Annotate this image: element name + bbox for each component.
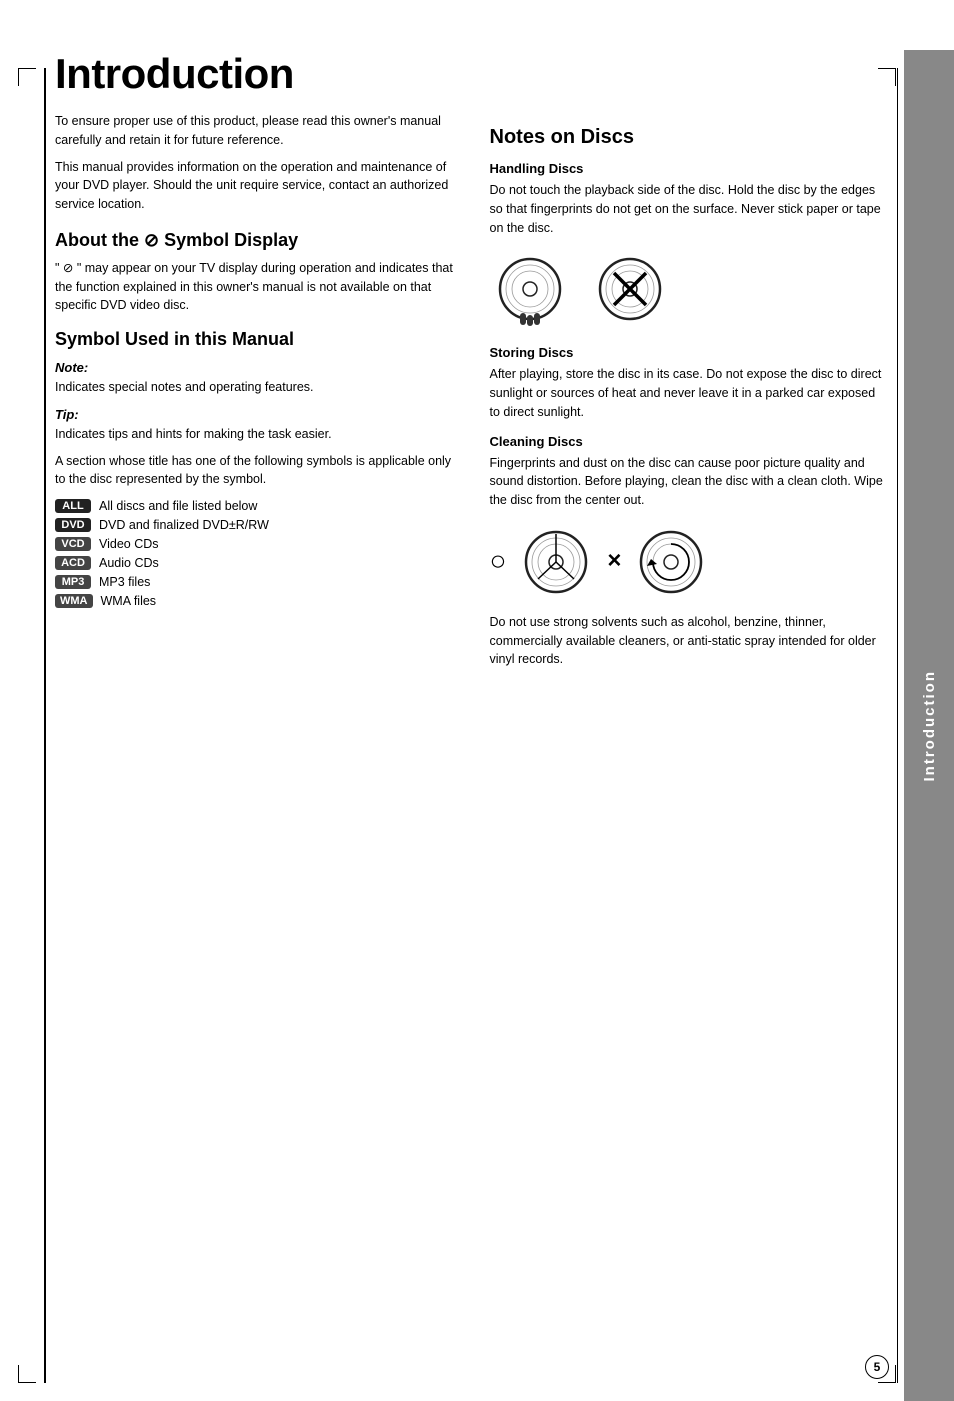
badge-item-wma: WMA WMA files [55,594,455,608]
handling-body: Do not touch the playback side of the di… [490,181,890,237]
badge-item-acd: ACD Audio CDs [55,556,455,570]
x-symbol: × [607,549,621,573]
storing-subheading: Storing Discs [490,345,890,360]
intro-para2: This manual provides information on the … [55,158,455,214]
badge-dvd-label: DVD and finalized DVD±R/RW [99,518,269,532]
note-body: Indicates special notes and operating fe… [55,378,455,397]
disc-clean-bad-icon [629,524,714,599]
left-column: To ensure proper use of this product, pl… [55,112,455,677]
section-tab-label: Introduction [921,670,938,781]
badge-item-vcd: VCD Video CDs [55,537,455,551]
disc-clean-ok-icon [514,524,599,599]
ok-circle-symbol: ○ [490,547,507,575]
page-title: Introduction [55,50,889,98]
disc-illustrations-handling [490,251,890,331]
cleaning-body: Fingerprints and dust on the disc can ca… [490,454,890,510]
main-content: Introduction To ensure proper use of thi… [55,50,889,677]
badge-mp3: MP3 [55,575,91,589]
badge-list: ALL All discs and file listed below DVD … [55,499,455,608]
page-number: 5 [865,1355,889,1379]
intro-para1: To ensure proper use of this product, pl… [55,112,455,150]
corner-mark-tr [878,68,896,86]
badge-all: ALL [55,499,91,513]
handling-subheading: Handling Discs [490,161,890,176]
storing-body: After playing, store the disc in its cas… [490,365,890,421]
badge-mp3-label: MP3 files [99,575,150,589]
badge-acd-label: Audio CDs [99,556,159,570]
applicable-text: A section whose title has one of the fol… [55,452,455,490]
badge-vcd-label: Video CDs [99,537,159,551]
about-symbol-body: " ⊘ " may appear on your TV display duri… [55,259,455,315]
corner-mark-tl [18,68,36,86]
about-symbol-heading: About the ⊘ Symbol Display [55,230,455,251]
vline-left [44,68,46,1383]
badge-item-all: ALL All discs and file listed below [55,499,455,513]
two-column-layout: To ensure proper use of this product, pl… [55,112,889,677]
tip-label: Tip: [55,407,455,422]
cleaning-subheading: Cleaning Discs [490,434,890,449]
badge-wma-label: WMA files [101,594,157,608]
badge-wma: WMA [55,594,93,608]
badge-vcd: VCD [55,537,91,551]
section-tab: Introduction [904,50,954,1401]
disc-illustrations-cleaning: ○ × [490,524,890,599]
disc-handling-bad-icon [590,251,670,331]
disc-handling-ok-icon [490,251,570,331]
badge-all-label: All discs and file listed below [99,499,257,513]
symbol-used-heading: Symbol Used in this Manual [55,329,455,350]
badge-acd: ACD [55,556,91,570]
vline-right [897,68,899,1383]
badge-item-mp3: MP3 MP3 files [55,575,455,589]
cleaning-warning: Do not use strong solvents such as alcoh… [490,613,890,669]
right-column: Notes on Discs Handling Discs Do not tou… [490,112,890,677]
notes-on-discs-heading: Notes on Discs [490,126,890,149]
badge-dvd: DVD [55,518,91,532]
badge-item-dvd: DVD DVD and finalized DVD±R/RW [55,518,455,532]
note-label: Note: [55,360,455,375]
corner-mark-bl [18,1365,36,1383]
tip-body: Indicates tips and hints for making the … [55,425,455,444]
